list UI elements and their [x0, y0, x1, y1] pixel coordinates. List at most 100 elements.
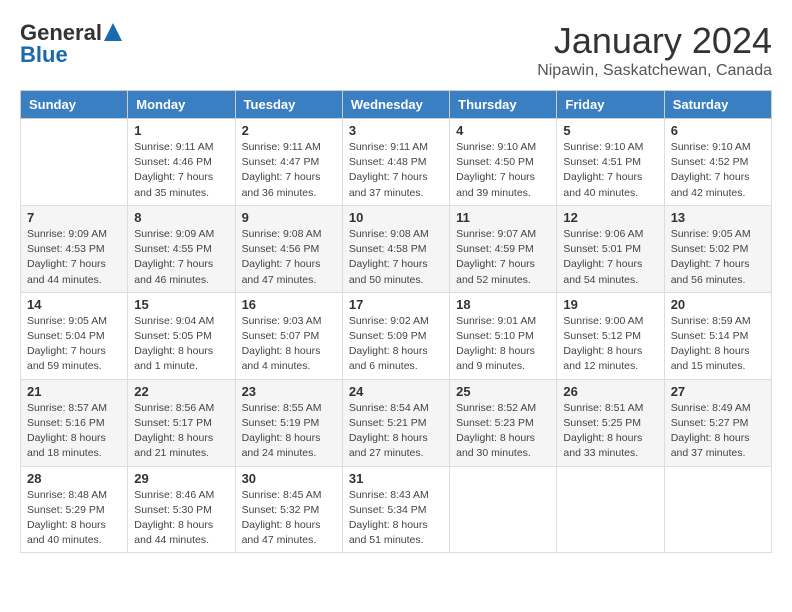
day-info: Sunrise: 9:10 AM Sunset: 4:52 PM Dayligh… [671, 140, 765, 201]
calendar-cell: 6 Sunrise: 9:10 AM Sunset: 4:52 PM Daylig… [664, 119, 771, 206]
day-number: 24 [349, 384, 443, 399]
calendar-week-row: 7Sunrise: 9:09 AM Sunset: 4:53 PM Daylig… [21, 205, 772, 292]
calendar-week-row: 1 Sunrise: 9:11 AM Sunset: 4:46 PM Daylig… [21, 119, 772, 206]
page-header: General Blue January 2024 Nipawin, Saska… [20, 20, 772, 80]
day-number: 10 [349, 210, 443, 225]
calendar-cell: 22 Sunrise: 8:56 AM Sunset: 5:17 PM Dayli… [128, 379, 235, 466]
day-number: 9 [242, 210, 336, 225]
calendar-cell: 23 Sunrise: 8:55 AM Sunset: 5:19 PM Dayli… [235, 379, 342, 466]
calendar-cell: 31Sunrise: 8:43 AM Sunset: 5:34 PM Dayli… [342, 466, 449, 553]
calendar-cell: 26 Sunrise: 8:51 AM Sunset: 5:25 PM Dayli… [557, 379, 664, 466]
col-header-sunday: Sunday [21, 91, 128, 119]
col-header-friday: Friday [557, 91, 664, 119]
calendar-cell: 16 Sunrise: 9:03 AM Sunset: 5:07 PM Dayli… [235, 292, 342, 379]
location-title: Nipawin, Saskatchewan, Canada [537, 62, 772, 80]
day-number: 22 [134, 384, 228, 399]
day-info: Sunrise: 9:08 AM Sunset: 4:58 PM Dayligh… [349, 227, 443, 288]
day-number: 2 [242, 123, 336, 138]
day-number: 30 [242, 471, 336, 486]
calendar-cell: 21Sunrise: 8:57 AM Sunset: 5:16 PM Dayli… [21, 379, 128, 466]
day-info: Sunrise: 8:55 AM Sunset: 5:19 PM Dayligh… [242, 401, 336, 462]
calendar-week-row: 28 Sunrise: 8:48 AM Sunset: 5:29 PM Dayli… [21, 466, 772, 553]
day-number: 27 [671, 384, 765, 399]
calendar-cell: 28 Sunrise: 8:48 AM Sunset: 5:29 PM Dayli… [21, 466, 128, 553]
day-number: 14 [27, 297, 121, 312]
day-info: Sunrise: 8:43 AM Sunset: 5:34 PM Dayligh… [349, 488, 443, 549]
day-info: Sunrise: 9:07 AM Sunset: 4:59 PM Dayligh… [456, 227, 550, 288]
day-info: Sunrise: 8:56 AM Sunset: 5:17 PM Dayligh… [134, 401, 228, 462]
day-info: Sunrise: 8:51 AM Sunset: 5:25 PM Dayligh… [563, 401, 657, 462]
day-number: 17 [349, 297, 443, 312]
calendar-cell: 20 Sunrise: 8:59 AM Sunset: 5:14 PM Dayli… [664, 292, 771, 379]
col-header-thursday: Thursday [450, 91, 557, 119]
calendar-cell: 30 Sunrise: 8:45 AM Sunset: 5:32 PM Dayli… [235, 466, 342, 553]
day-info: Sunrise: 9:11 AM Sunset: 4:46 PM Dayligh… [134, 140, 228, 201]
calendar-cell [664, 466, 771, 553]
calendar-cell: 15 Sunrise: 9:04 AM Sunset: 5:05 PM Dayli… [128, 292, 235, 379]
day-info: Sunrise: 8:46 AM Sunset: 5:30 PM Dayligh… [134, 488, 228, 549]
day-number: 28 [27, 471, 121, 486]
calendar-week-row: 14 Sunrise: 9:05 AM Sunset: 5:04 PM Dayli… [21, 292, 772, 379]
calendar-cell: 27 Sunrise: 8:49 AM Sunset: 5:27 PM Dayli… [664, 379, 771, 466]
title-block: January 2024 Nipawin, Saskatchewan, Cana… [537, 20, 772, 80]
day-number: 12 [563, 210, 657, 225]
col-header-saturday: Saturday [664, 91, 771, 119]
day-number: 29 [134, 471, 228, 486]
calendar-week-row: 21Sunrise: 8:57 AM Sunset: 5:16 PM Dayli… [21, 379, 772, 466]
day-info: Sunrise: 9:04 AM Sunset: 5:05 PM Dayligh… [134, 314, 228, 375]
day-info: Sunrise: 9:11 AM Sunset: 4:48 PM Dayligh… [349, 140, 443, 201]
day-info: Sunrise: 9:10 AM Sunset: 4:50 PM Dayligh… [456, 140, 550, 201]
day-number: 23 [242, 384, 336, 399]
calendar-cell: 1 Sunrise: 9:11 AM Sunset: 4:46 PM Daylig… [128, 119, 235, 206]
calendar-cell: 3Sunrise: 9:11 AM Sunset: 4:48 PM Daylig… [342, 119, 449, 206]
calendar-cell: 14 Sunrise: 9:05 AM Sunset: 5:04 PM Dayli… [21, 292, 128, 379]
day-info: Sunrise: 8:54 AM Sunset: 5:21 PM Dayligh… [349, 401, 443, 462]
calendar-header-row: SundayMondayTuesdayWednesdayThursdayFrid… [21, 91, 772, 119]
day-number: 11 [456, 210, 550, 225]
day-info: Sunrise: 8:49 AM Sunset: 5:27 PM Dayligh… [671, 401, 765, 462]
calendar-cell: 29 Sunrise: 8:46 AM Sunset: 5:30 PM Dayli… [128, 466, 235, 553]
calendar-cell: 12 Sunrise: 9:06 AM Sunset: 5:01 PM Dayli… [557, 205, 664, 292]
calendar-cell: 10 Sunrise: 9:08 AM Sunset: 4:58 PM Dayli… [342, 205, 449, 292]
day-info: Sunrise: 8:59 AM Sunset: 5:14 PM Dayligh… [671, 314, 765, 375]
calendar-cell [450, 466, 557, 553]
day-number: 1 [134, 123, 228, 138]
calendar-cell [21, 119, 128, 206]
day-number: 25 [456, 384, 550, 399]
calendar-cell: 13Sunrise: 9:05 AM Sunset: 5:02 PM Dayli… [664, 205, 771, 292]
day-info: Sunrise: 8:52 AM Sunset: 5:23 PM Dayligh… [456, 401, 550, 462]
day-info: Sunrise: 9:01 AM Sunset: 5:10 PM Dayligh… [456, 314, 550, 375]
calendar-cell: 18 Sunrise: 9:01 AM Sunset: 5:10 PM Dayli… [450, 292, 557, 379]
day-info: Sunrise: 9:00 AM Sunset: 5:12 PM Dayligh… [563, 314, 657, 375]
day-number: 15 [134, 297, 228, 312]
logo-icon [104, 23, 122, 41]
day-info: Sunrise: 8:57 AM Sunset: 5:16 PM Dayligh… [27, 401, 121, 462]
calendar-cell: 17 Sunrise: 9:02 AM Sunset: 5:09 PM Dayli… [342, 292, 449, 379]
col-header-monday: Monday [128, 91, 235, 119]
day-number: 6 [671, 123, 765, 138]
calendar-cell: 8 Sunrise: 9:09 AM Sunset: 4:55 PM Daylig… [128, 205, 235, 292]
day-number: 20 [671, 297, 765, 312]
col-header-wednesday: Wednesday [342, 91, 449, 119]
calendar-cell: 9 Sunrise: 9:08 AM Sunset: 4:56 PM Daylig… [235, 205, 342, 292]
day-info: Sunrise: 8:45 AM Sunset: 5:32 PM Dayligh… [242, 488, 336, 549]
day-info: Sunrise: 9:02 AM Sunset: 5:09 PM Dayligh… [349, 314, 443, 375]
day-info: Sunrise: 9:05 AM Sunset: 5:02 PM Dayligh… [671, 227, 765, 288]
day-info: Sunrise: 9:11 AM Sunset: 4:47 PM Dayligh… [242, 140, 336, 201]
day-info: Sunrise: 9:09 AM Sunset: 4:55 PM Dayligh… [134, 227, 228, 288]
day-number: 16 [242, 297, 336, 312]
day-number: 26 [563, 384, 657, 399]
day-info: Sunrise: 9:09 AM Sunset: 4:53 PM Dayligh… [27, 227, 121, 288]
logo-blue-text: Blue [20, 42, 68, 68]
day-info: Sunrise: 8:48 AM Sunset: 5:29 PM Dayligh… [27, 488, 121, 549]
day-info: Sunrise: 9:03 AM Sunset: 5:07 PM Dayligh… [242, 314, 336, 375]
day-number: 18 [456, 297, 550, 312]
day-info: Sunrise: 9:08 AM Sunset: 4:56 PM Dayligh… [242, 227, 336, 288]
calendar-cell: 2 Sunrise: 9:11 AM Sunset: 4:47 PM Daylig… [235, 119, 342, 206]
day-number: 8 [134, 210, 228, 225]
day-info: Sunrise: 9:05 AM Sunset: 5:04 PM Dayligh… [27, 314, 121, 375]
calendar-cell [557, 466, 664, 553]
day-number: 5 [563, 123, 657, 138]
day-info: Sunrise: 9:06 AM Sunset: 5:01 PM Dayligh… [563, 227, 657, 288]
calendar-cell: 25 Sunrise: 8:52 AM Sunset: 5:23 PM Dayli… [450, 379, 557, 466]
